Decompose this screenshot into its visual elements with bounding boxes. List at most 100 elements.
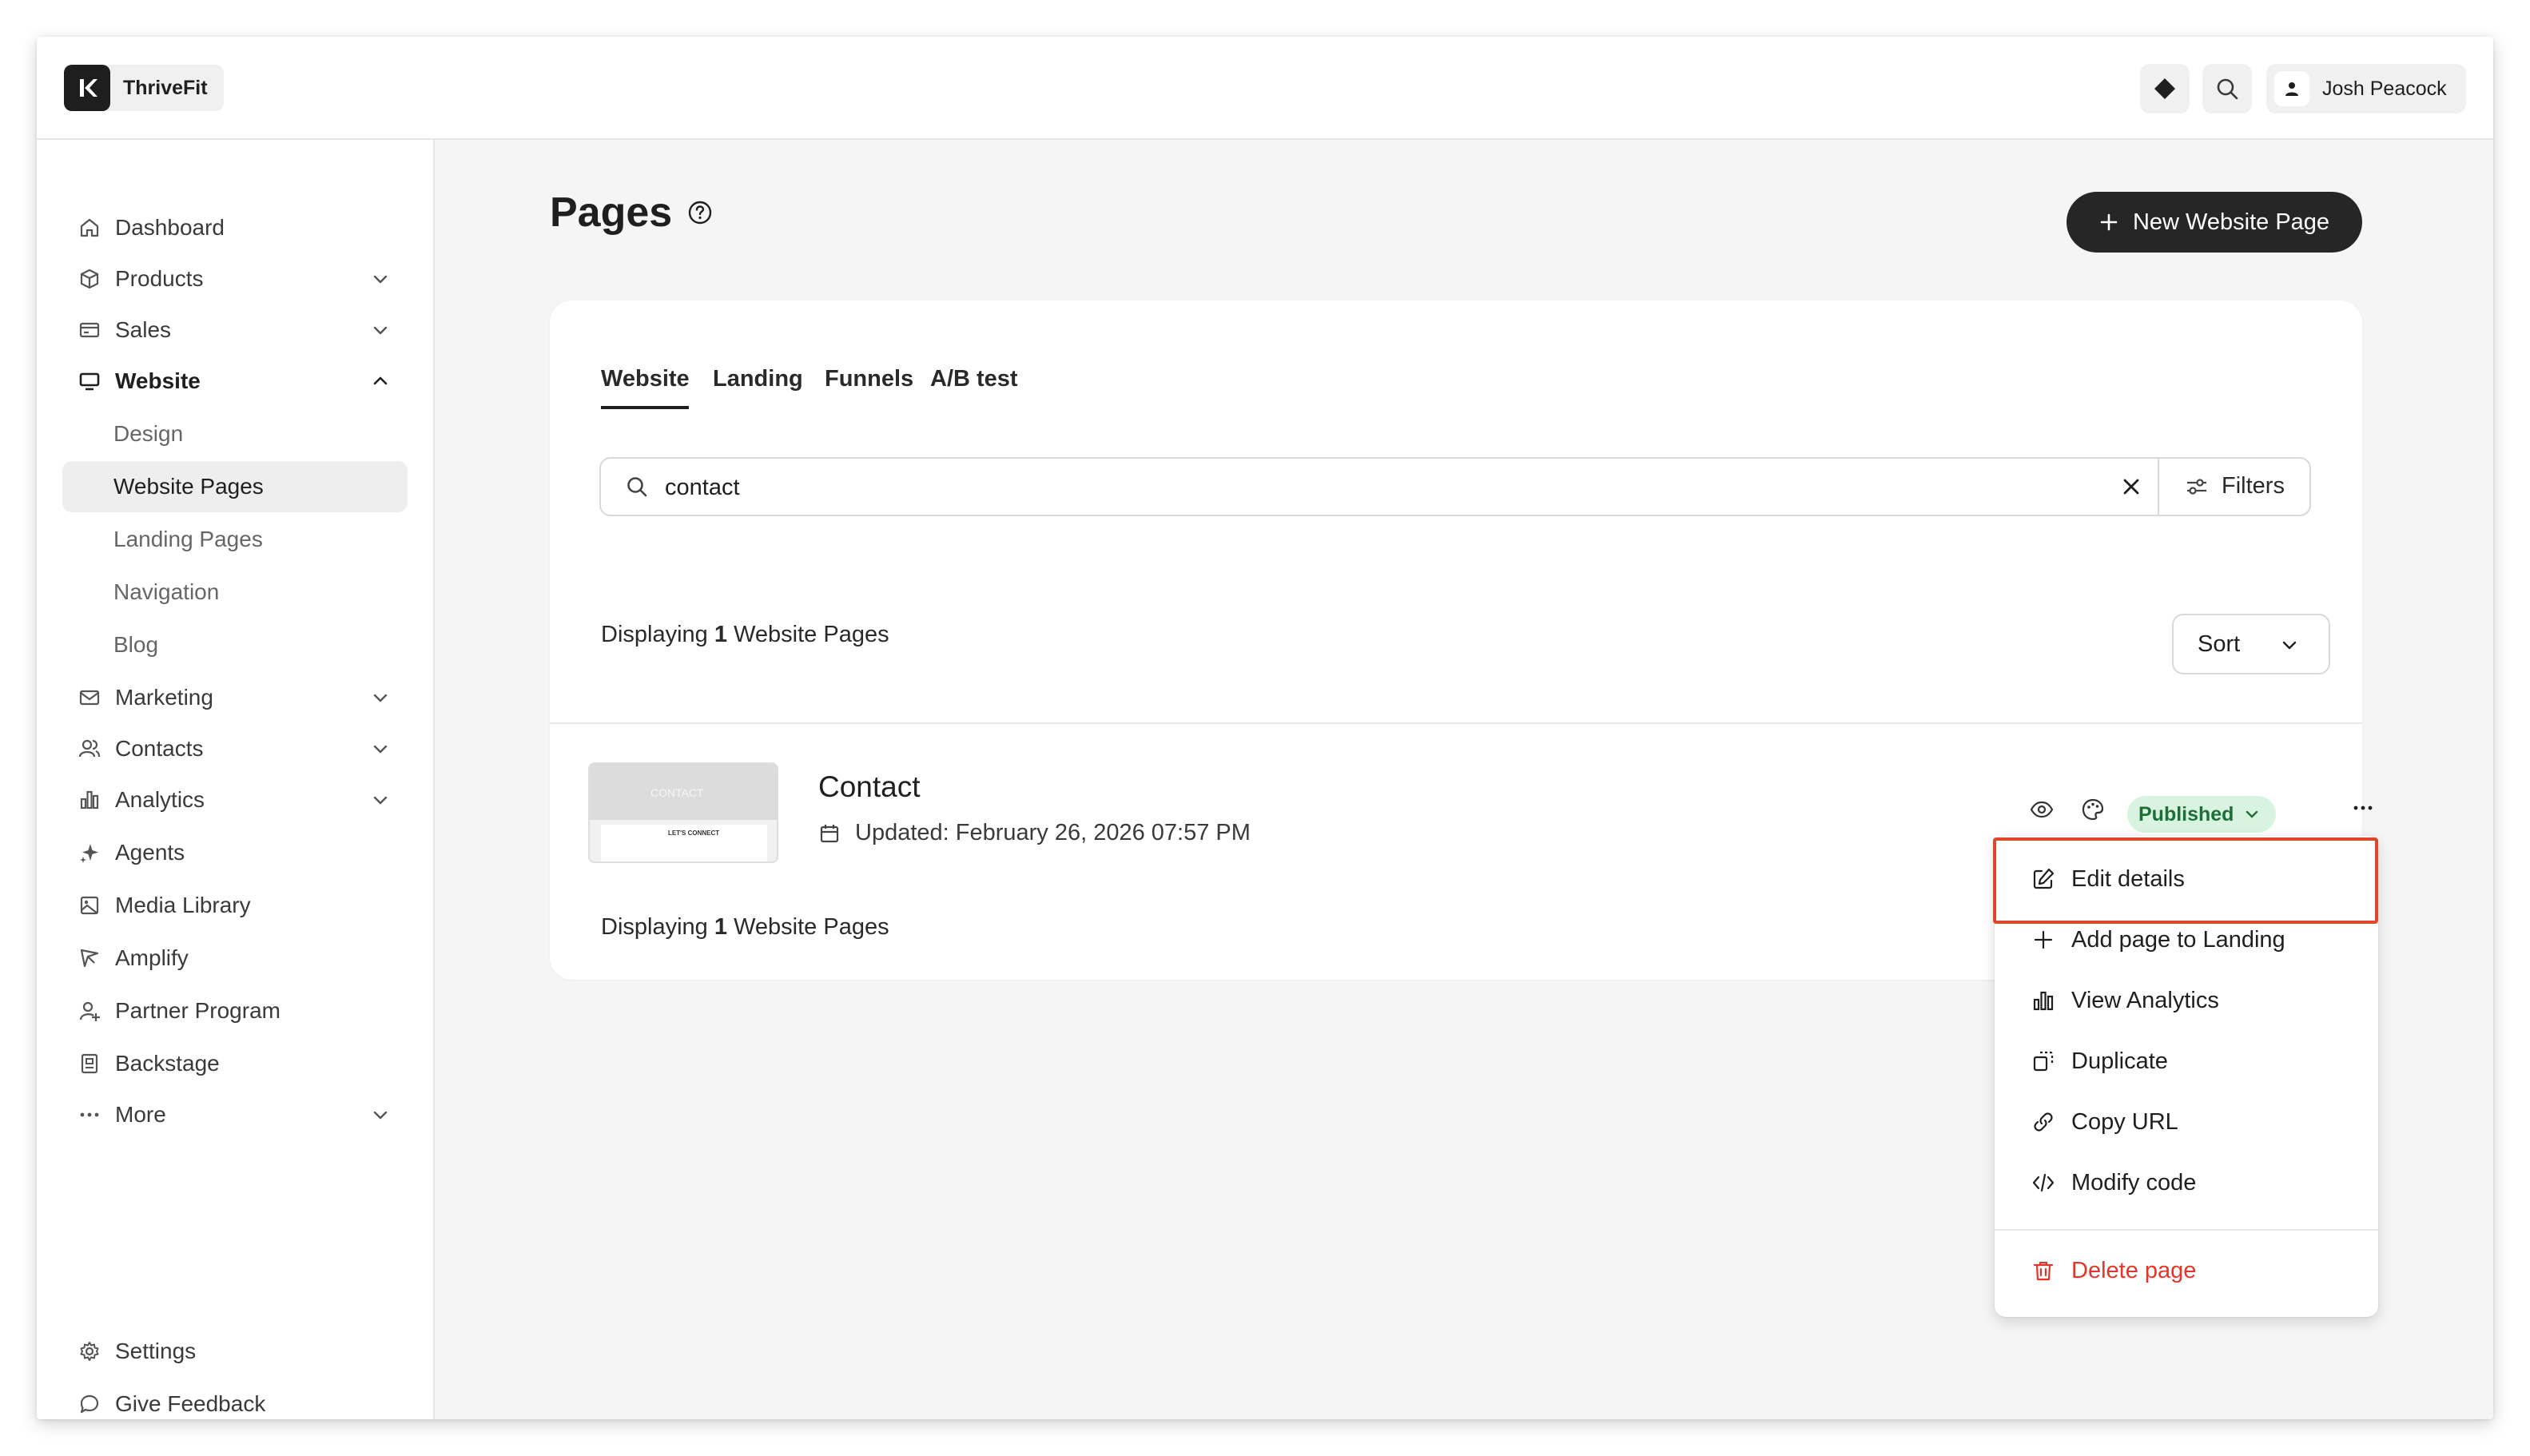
sidebar-item-sales[interactable]: Sales bbox=[62, 306, 408, 354]
app-window: ThriveFit Josh Peacock Dashboard Product… bbox=[37, 37, 2493, 1419]
bar-chart-icon bbox=[80, 790, 99, 810]
trash-icon bbox=[2033, 1261, 2054, 1281]
search-icon bbox=[627, 477, 647, 497]
bar-chart-icon bbox=[2033, 991, 2054, 1011]
tab-website[interactable]: Website bbox=[601, 366, 690, 392]
sidebar-item-label: More bbox=[115, 1102, 166, 1127]
chevron-up-icon[interactable] bbox=[369, 370, 392, 392]
menu-item-label: Add page to Landing bbox=[2071, 926, 2285, 953]
page-actions-menu: Edit details Add page to Landing View An… bbox=[1995, 836, 2378, 1317]
sidebar-item-dashboard[interactable]: Dashboard bbox=[62, 204, 408, 252]
sidebar-item-agents[interactable]: Agents bbox=[62, 829, 408, 877]
tab-landing[interactable]: Landing bbox=[713, 366, 803, 392]
sidebar-item-media-library[interactable]: Media Library bbox=[62, 881, 408, 929]
sort-label: Sort bbox=[2198, 631, 2241, 657]
duplicate-icon bbox=[2033, 1051, 2054, 1072]
filters-label: Filters bbox=[2222, 473, 2285, 499]
sidebar-subitem-landing-pages[interactable]: Landing Pages bbox=[62, 514, 408, 565]
menu-item-label: Modify code bbox=[2071, 1169, 2197, 1195]
menu-item-label: Delete page bbox=[2071, 1257, 2197, 1283]
sidebar-item-analytics[interactable]: Analytics bbox=[62, 776, 408, 824]
k-logo-icon bbox=[64, 65, 110, 111]
close-icon[interactable] bbox=[2121, 476, 2142, 497]
chevron-down-icon[interactable] bbox=[369, 319, 392, 341]
sidebar-item-give-feedback[interactable]: Give Feedback bbox=[62, 1380, 408, 1419]
plus-icon bbox=[2100, 213, 2118, 231]
menu-divider bbox=[1995, 1229, 2378, 1231]
sidebar-item-label: Agents bbox=[115, 840, 185, 865]
count-prefix: Displaying bbox=[601, 622, 708, 647]
page-item-title[interactable]: Contact bbox=[818, 770, 921, 804]
diamond-button[interactable] bbox=[2140, 64, 2190, 113]
more-options-icon[interactable] bbox=[2351, 796, 2375, 820]
partner-icon bbox=[79, 1001, 100, 1021]
sidebar-subitem-label: Navigation bbox=[113, 579, 220, 604]
chevron-down-icon[interactable] bbox=[369, 738, 392, 760]
results-count-footer: Displaying 1 Website Pages bbox=[601, 914, 889, 941]
menu-item-delete-page[interactable]: Delete page bbox=[1995, 1245, 2378, 1296]
user-icon bbox=[2285, 82, 2298, 96]
sidebar-item-website[interactable]: Website bbox=[62, 357, 408, 405]
status-label: Published bbox=[2138, 802, 2234, 825]
chat-icon bbox=[80, 1394, 99, 1414]
new-website-page-button[interactable]: New Website Page bbox=[2067, 192, 2362, 253]
chevron-down-icon[interactable] bbox=[369, 1104, 392, 1126]
tab-ab-test[interactable]: A/B test bbox=[930, 366, 1018, 392]
sidebar-item-label: Partner Program bbox=[115, 998, 280, 1023]
sidebar-item-settings[interactable]: Settings bbox=[62, 1327, 408, 1375]
help-icon[interactable] bbox=[687, 200, 713, 225]
menu-item-duplicate[interactable]: Duplicate bbox=[1995, 1036, 2378, 1087]
sidebar-item-backstage[interactable]: Backstage bbox=[62, 1040, 408, 1088]
box-icon bbox=[80, 269, 99, 289]
menu-item-label: Duplicate bbox=[2071, 1048, 2168, 1074]
brand-switcher[interactable]: ThriveFit bbox=[64, 65, 224, 111]
filters-button[interactable]: Filters bbox=[2185, 473, 2285, 499]
sidebar-item-label: Settings bbox=[115, 1339, 197, 1363]
avatar bbox=[2274, 71, 2309, 106]
sidebar-item-more[interactable]: More bbox=[62, 1091, 408, 1139]
sidebar-subitem-blog[interactable]: Blog bbox=[62, 619, 408, 670]
sidebar-subitem-website-pages[interactable]: Website Pages bbox=[62, 461, 408, 512]
menu-item-edit-details[interactable]: Edit details bbox=[1995, 853, 2378, 905]
active-tab-indicator bbox=[601, 406, 689, 409]
sparkle-icon bbox=[80, 844, 98, 863]
sidebar-item-contacts[interactable]: Contacts bbox=[62, 725, 408, 773]
sliders-icon bbox=[2187, 478, 2206, 495]
menu-item-modify-code[interactable]: Modify code bbox=[1995, 1157, 2378, 1208]
search-button[interactable] bbox=[2202, 64, 2252, 113]
sidebar-item-marketing[interactable]: Marketing bbox=[62, 674, 408, 722]
sidebar-item-products[interactable]: Products bbox=[62, 255, 408, 303]
users-icon bbox=[78, 739, 101, 758]
megaphone-icon bbox=[80, 949, 99, 968]
tab-funnels[interactable]: Funnels bbox=[825, 366, 913, 392]
search-icon bbox=[2217, 78, 2238, 100]
sidebar-item-label: Give Feedback bbox=[115, 1391, 266, 1416]
palette-icon[interactable] bbox=[2081, 798, 2105, 821]
sidebar-item-label: Amplify bbox=[115, 945, 189, 970]
diamond-icon bbox=[2154, 78, 2175, 99]
status-badge[interactable]: Published bbox=[2127, 796, 2276, 833]
sidebar-subitem-label: Design bbox=[113, 421, 184, 446]
eye-icon[interactable] bbox=[2030, 798, 2054, 821]
sort-dropdown[interactable]: Sort bbox=[2172, 614, 2330, 674]
search-input[interactable] bbox=[663, 470, 2105, 505]
page-title: Pages bbox=[550, 189, 673, 236]
menu-item-add-page-to-landing[interactable]: Add page to Landing bbox=[1995, 914, 2378, 965]
user-menu-button[interactable]: Josh Peacock bbox=[2266, 64, 2466, 113]
page-thumbnail[interactable]: CONTACT LET'S CONNECT bbox=[588, 762, 778, 863]
chevron-down-icon[interactable] bbox=[369, 268, 392, 290]
card-icon bbox=[79, 322, 100, 338]
menu-item-copy-url[interactable]: Copy URL bbox=[1995, 1096, 2378, 1148]
sidebar-subitem-label: Landing Pages bbox=[113, 527, 263, 551]
chevron-down-icon[interactable] bbox=[369, 789, 392, 811]
image-icon bbox=[80, 896, 99, 915]
sidebar-subitem-design[interactable]: Design bbox=[62, 408, 408, 459]
menu-item-view-analytics[interactable]: View Analytics bbox=[1995, 975, 2378, 1026]
sidebar-item-amplify[interactable]: Amplify bbox=[62, 934, 408, 982]
sidebar-item-label: Media Library bbox=[115, 893, 251, 917]
sidebar-item-label: Dashboard bbox=[115, 215, 225, 240]
sidebar-subitem-navigation[interactable]: Navigation bbox=[62, 567, 408, 618]
sidebar-item-partner-program[interactable]: Partner Program bbox=[62, 987, 408, 1035]
new-website-page-label: New Website Page bbox=[2132, 209, 2330, 235]
chevron-down-icon[interactable] bbox=[369, 686, 392, 709]
